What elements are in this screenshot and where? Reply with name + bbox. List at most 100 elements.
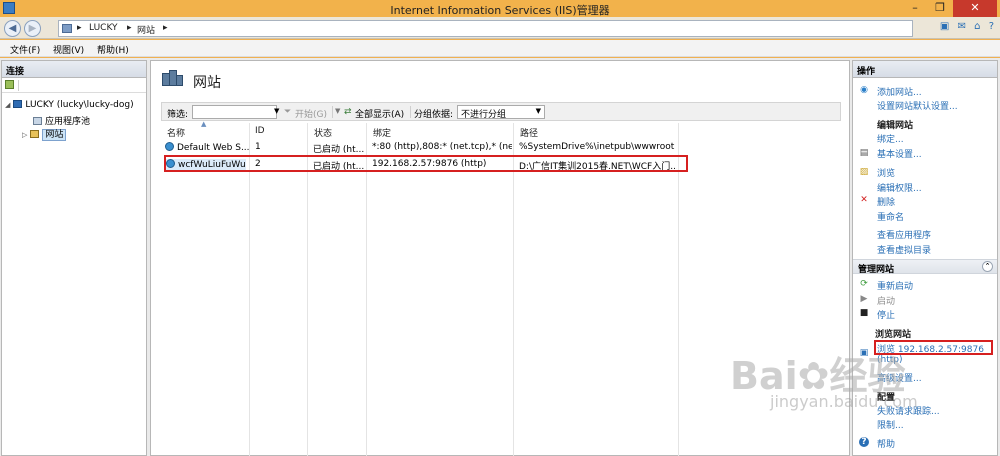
add-site-icon: ◉ bbox=[860, 85, 868, 95]
connections-title: 连接 bbox=[2, 61, 146, 78]
forward-button[interactable]: ▶ bbox=[24, 20, 41, 37]
help-link[interactable]: 帮助 bbox=[877, 437, 895, 450]
minimize-button[interactable]: – bbox=[903, 0, 927, 17]
column-divider bbox=[249, 123, 250, 456]
add-site-link[interactable]: 添加网站... bbox=[877, 85, 922, 98]
restart-link[interactable]: 重新启动 bbox=[877, 279, 913, 292]
back-button[interactable]: ◀ bbox=[4, 20, 21, 37]
stop-link[interactable]: 停止 bbox=[877, 308, 895, 321]
tree-node-label: 网站 bbox=[42, 129, 67, 141]
tree-node-label: LUCKY (lucky\lucky-dog) bbox=[25, 100, 134, 110]
manage-site-header[interactable]: 管理网站 ⌃ bbox=[853, 259, 997, 275]
window-title: Internet Information Services (IIS)管理器 bbox=[390, 4, 610, 17]
rename-link[interactable]: 重命名 bbox=[877, 210, 904, 223]
show-all-icon: ⇄ bbox=[344, 107, 352, 117]
filter-dropdown-icon[interactable]: ▼ bbox=[274, 107, 279, 115]
tree-node-sites[interactable]: ▷ 网站 bbox=[22, 127, 67, 141]
settings-icon: ▤ bbox=[859, 148, 869, 158]
site-id-cell: 2 bbox=[255, 159, 261, 169]
set-defaults-link[interactable]: 设置网站默认设置... bbox=[877, 99, 958, 112]
site-binding-cell: 192.168.2.57:9876 (http) bbox=[372, 159, 487, 169]
bindings-link[interactable]: 绑定... bbox=[877, 132, 904, 145]
close-button[interactable]: ✕ bbox=[953, 0, 997, 17]
actions-title: 操作 bbox=[853, 61, 997, 78]
chevron-down-icon: ▼ bbox=[535, 107, 541, 115]
group-by-select[interactable]: 不进行分组 ▼ bbox=[457, 105, 545, 120]
group-by-value: 不进行分组 bbox=[461, 110, 507, 120]
menu-help[interactable]: 帮助(H) bbox=[97, 43, 129, 56]
address-bar: ◀ ▶ ▸ LUCKY ▸ 网站 ▸ ▣ ✉ ⌂ ? bbox=[0, 17, 1000, 39]
baidu-watermark-url: jingyan.baidu.com bbox=[770, 392, 918, 411]
tree-node-app-pools[interactable]: 应用程序池 bbox=[33, 114, 90, 127]
breadcrumb-separator: ▸ bbox=[77, 23, 82, 33]
expand-icon[interactable]: ▷ bbox=[22, 131, 27, 139]
limits-link[interactable]: 限制... bbox=[877, 418, 904, 431]
browse-site-heading: 浏览网站 bbox=[875, 330, 912, 340]
delete-link[interactable]: 删除 bbox=[877, 195, 895, 208]
start-dropdown-icon[interactable]: ▼ bbox=[335, 107, 340, 115]
column-header-path[interactable]: 路径 bbox=[520, 126, 538, 139]
column-header-id[interactable]: ID bbox=[255, 126, 265, 136]
filter-label: 筛选: bbox=[167, 110, 189, 120]
site-path-cell: D:\广信IT集训2015春.NET\WCF入门... bbox=[519, 162, 677, 172]
toolbar-divider bbox=[332, 106, 333, 118]
help-icon[interactable]: ? bbox=[989, 21, 994, 32]
start-link[interactable]: 启动 bbox=[877, 294, 895, 307]
sites-folder-icon bbox=[30, 130, 40, 138]
column-header-status[interactable]: 状态 bbox=[314, 126, 332, 139]
home-icon[interactable]: ⌂ bbox=[974, 21, 980, 32]
site-status-cell: 已启动 (ht... bbox=[313, 162, 365, 172]
site-name-cell: wcfWuLiuFuWu bbox=[166, 159, 246, 170]
sites-icon bbox=[162, 69, 184, 90]
show-all-button[interactable]: 全部显示(A) bbox=[355, 107, 404, 120]
server-icon bbox=[13, 100, 23, 108]
breadcrumb[interactable]: ▸ LUCKY ▸ 网站 ▸ bbox=[58, 20, 913, 37]
toolbar-divider bbox=[18, 80, 19, 91]
delete-icon: ✕ bbox=[860, 195, 868, 205]
manage-site-heading: 管理网站 bbox=[858, 265, 895, 275]
site-name-cell: Default Web S... bbox=[165, 142, 249, 153]
filter-input[interactable] bbox=[192, 105, 277, 119]
title-bar: Internet Information Services (IIS)管理器 –… bbox=[0, 0, 1000, 17]
breadcrumb-item-sites[interactable]: 网站 bbox=[137, 23, 155, 36]
column-header-binding[interactable]: 绑定 bbox=[373, 126, 391, 139]
tree-node-label: 应用程序池 bbox=[45, 117, 91, 127]
column-divider bbox=[513, 123, 514, 456]
column-divider bbox=[678, 123, 679, 456]
explore-link[interactable]: 浏览 bbox=[877, 166, 895, 179]
site-status-cell: 已启动 (ht... bbox=[313, 145, 365, 155]
edit-permissions-link[interactable]: 编辑权限... bbox=[877, 181, 922, 194]
explore-icon: ▨ bbox=[859, 167, 869, 177]
basic-settings-link[interactable]: 基本设置... bbox=[877, 147, 922, 160]
create-connection-icon[interactable] bbox=[5, 80, 14, 89]
help-icon: ? bbox=[859, 437, 869, 447]
start-filter-button[interactable]: 开始(G) bbox=[295, 107, 327, 120]
globe-icon bbox=[165, 142, 174, 151]
breadcrumb-separator: ▸ bbox=[163, 23, 168, 33]
column-divider bbox=[366, 123, 367, 456]
mail-icon[interactable]: ✉ bbox=[958, 21, 966, 32]
connect-icon[interactable]: ▣ bbox=[940, 21, 949, 32]
site-path-cell: %SystemDrive%\inetpub\wwwroot bbox=[519, 142, 675, 152]
site-binding-cell: *:80 (http),808:* (net.tcp),* (net.... bbox=[372, 142, 512, 152]
column-header-name[interactable]: 名称 bbox=[167, 126, 185, 139]
page-title-text: 网站 bbox=[193, 75, 221, 91]
site-id-cell: 1 bbox=[255, 142, 261, 152]
menu-bar: 文件(F) 视图(V) 帮助(H) bbox=[0, 40, 1000, 57]
stop-icon: ■ bbox=[859, 308, 869, 318]
tree-node-server[interactable]: ◢ LUCKY (lucky\lucky-dog) bbox=[5, 100, 134, 110]
sort-ascending-icon: ▲ bbox=[201, 120, 207, 128]
sites-table: 名称 ▲ ID 状态 绑定 路径 Default Web S... 1 已启动 … bbox=[161, 120, 841, 456]
address-tools: ▣ ✉ ⌂ ? bbox=[935, 21, 994, 32]
restart-icon: ⟳ bbox=[860, 279, 868, 289]
expand-icon[interactable]: ◢ bbox=[5, 101, 10, 109]
funnel-icon: ⏷ bbox=[284, 107, 292, 117]
menu-file[interactable]: 文件(F) bbox=[10, 43, 40, 56]
maximize-button[interactable]: ❐ bbox=[928, 0, 952, 17]
view-applications-link[interactable]: 查看应用程序 bbox=[877, 228, 931, 241]
breadcrumb-item-server[interactable]: LUCKY bbox=[89, 23, 118, 33]
edit-site-heading: 编辑网站 bbox=[877, 121, 914, 131]
collapse-icon[interactable]: ⌃ bbox=[982, 261, 993, 272]
view-virtual-directories-link[interactable]: 查看虚拟目录 bbox=[877, 243, 931, 256]
menu-view[interactable]: 视图(V) bbox=[53, 43, 84, 56]
